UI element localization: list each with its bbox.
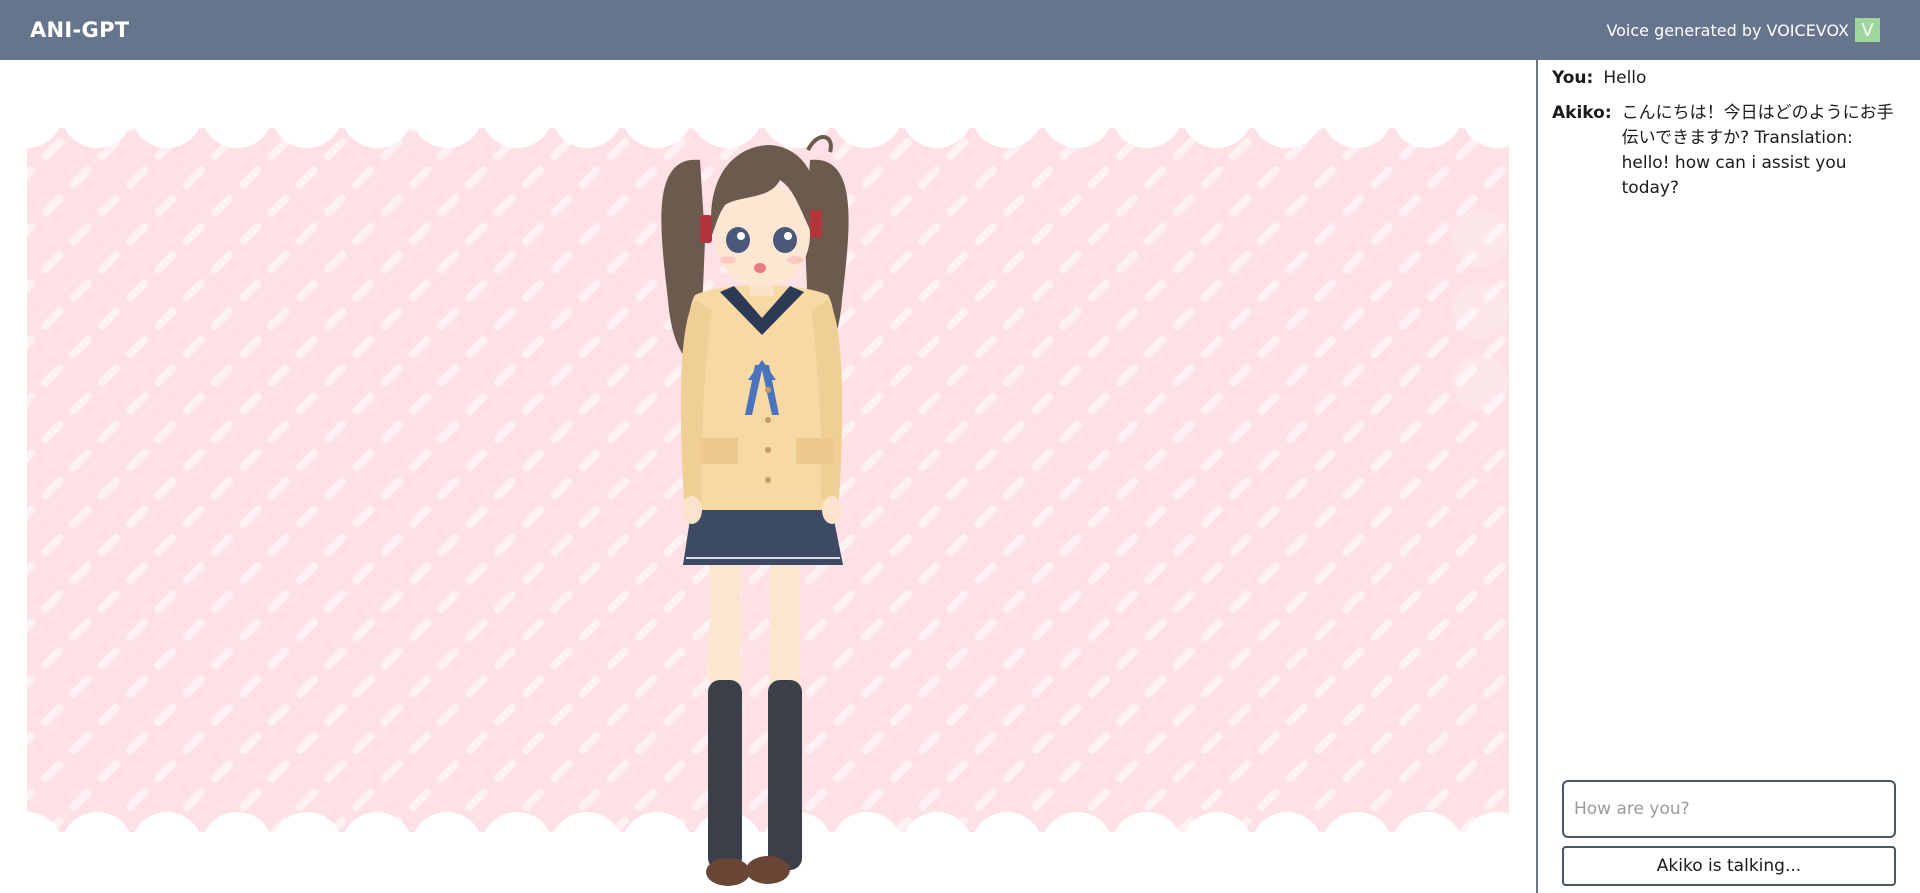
message-speaker: Akiko: [1552, 103, 1612, 123]
app-header: ANI-GPT Voice generated by VOICEVOX V [0, 0, 1920, 60]
scallop [411, 812, 483, 884]
scallop [271, 76, 343, 148]
stage-nav-dot[interactable] [1452, 282, 1508, 338]
scallop [1251, 76, 1323, 148]
chat-panel: You: Hello Akiko: こんにちは！今日はどのようにお手伝いできます… [1538, 60, 1920, 893]
character-stage [0, 60, 1536, 893]
scallop [1041, 812, 1113, 884]
scallop [201, 76, 273, 148]
right-margin [1509, 60, 1536, 893]
scallop [1321, 812, 1393, 884]
scallop [341, 76, 413, 148]
scallop [971, 76, 1043, 148]
message-text: Hello [1603, 68, 1647, 88]
scallop [1461, 812, 1533, 884]
scallop [131, 812, 203, 884]
scallop [271, 812, 343, 884]
voice-credit-text: Voice generated by VOICEVOX [1606, 20, 1849, 40]
stage-background [0, 60, 1536, 893]
scallop [1181, 76, 1253, 148]
scallop [61, 76, 133, 148]
message-text: こんにちは！今日はどのようにお手伝いできますか? Translation: he… [1621, 103, 1894, 198]
scallop [901, 76, 973, 148]
stage-side-nav [1452, 210, 1510, 426]
chat-input[interactable] [1562, 780, 1896, 838]
scallop [831, 812, 903, 884]
scallop [621, 76, 693, 148]
scallop [201, 812, 273, 884]
app-title: ANI-GPT [30, 18, 130, 42]
scallop [1181, 812, 1253, 884]
scallop [621, 812, 693, 884]
scallop [901, 812, 973, 884]
voice-credit: Voice generated by VOICEVOX V [1606, 18, 1880, 42]
scallop [971, 812, 1043, 884]
talking-status-button[interactable]: Akiko is talking... [1562, 846, 1896, 886]
chat-message: Akiko: こんにちは！今日はどのようにお手伝いできますか? Translat… [1552, 101, 1906, 201]
message-speaker: You: [1552, 68, 1594, 88]
voicevox-logo-icon: V [1855, 18, 1880, 42]
scallop [831, 76, 903, 148]
scallop [1391, 76, 1463, 148]
scallop [1111, 76, 1183, 148]
scallop [691, 76, 763, 148]
scallop [551, 812, 623, 884]
scallop [481, 812, 553, 884]
scallop [1111, 812, 1183, 884]
chat-message: You: Hello [1552, 66, 1906, 91]
scallop [411, 76, 483, 148]
scallop [481, 76, 553, 148]
scallop [551, 76, 623, 148]
stage-nav-dot[interactable] [1452, 210, 1508, 266]
left-margin [0, 60, 27, 893]
scallop [61, 812, 133, 884]
stage-nav-dot[interactable] [1452, 354, 1508, 410]
scallop [1251, 812, 1323, 884]
scallop [1391, 812, 1463, 884]
scallop [1041, 76, 1113, 148]
scallop [131, 76, 203, 148]
scallop [1321, 76, 1393, 148]
scallop [341, 812, 413, 884]
